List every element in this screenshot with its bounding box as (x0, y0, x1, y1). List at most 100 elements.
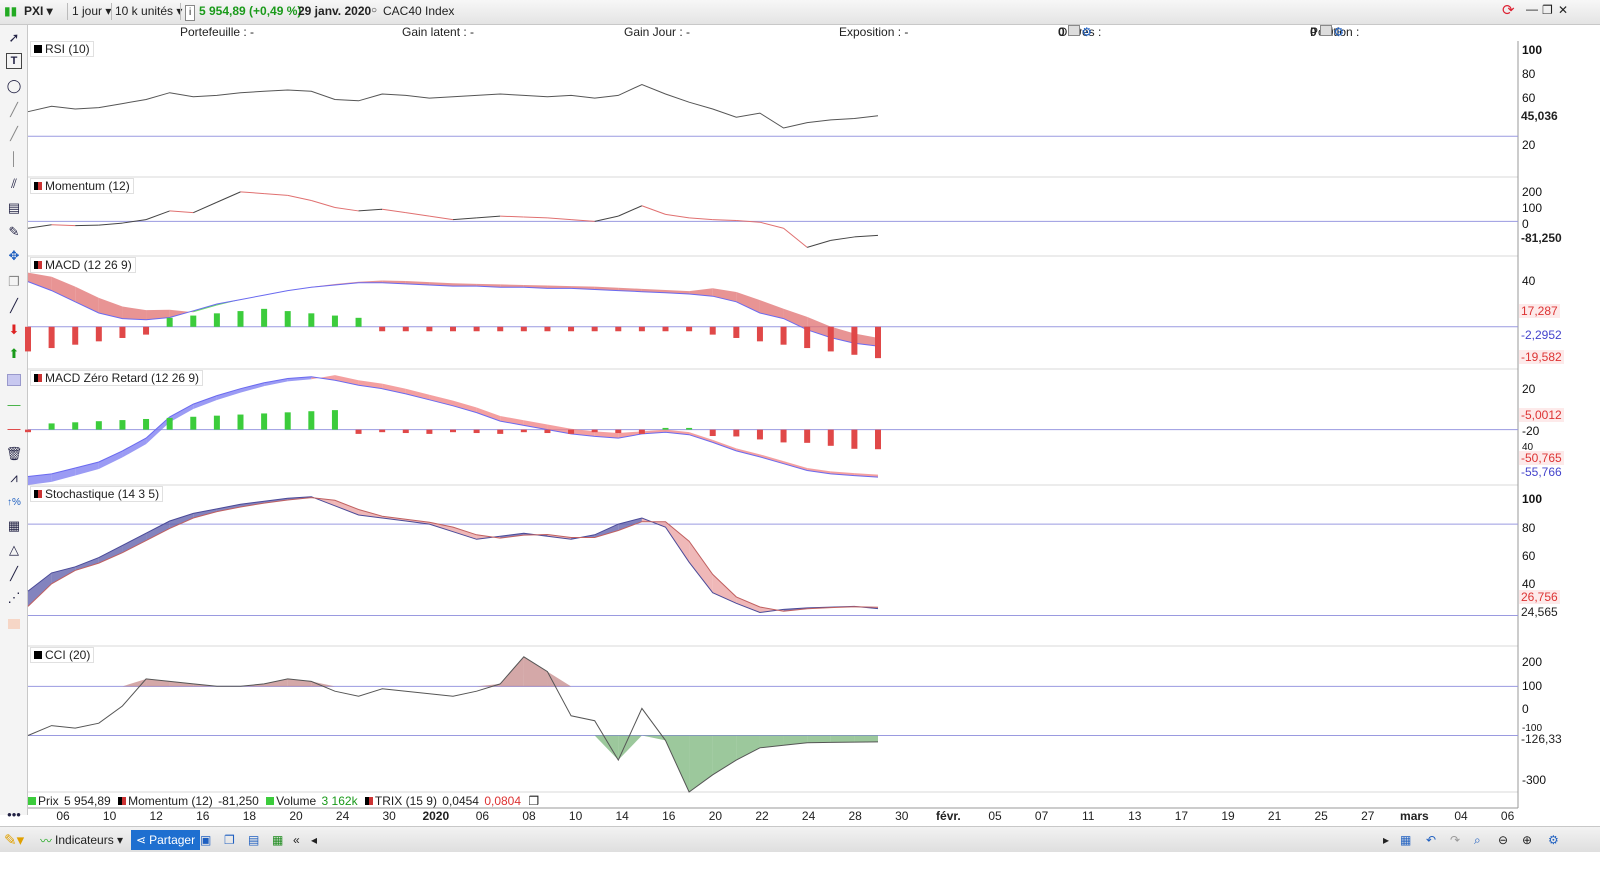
macd-histogram-bar (544, 326, 551, 332)
macdz-value-1: -5,0012 (1519, 408, 1564, 422)
momentum-title[interactable]: Momentum (12) (30, 178, 134, 194)
cci-overbought-fill (523, 656, 548, 687)
macd-histogram-bar (615, 326, 622, 332)
macd-histogram-bar (284, 311, 291, 327)
calendar-icon[interactable]: ▦ (1400, 830, 1411, 850)
partager-button[interactable]: ⋖ Partager (131, 830, 201, 850)
stoch-value-1: 26,756 (1519, 590, 1560, 604)
x-tick-label: 04 (1454, 809, 1468, 823)
macdz-band-segment (547, 424, 572, 434)
x-tick-label: 13 (1128, 809, 1142, 823)
share-icon: ⋖ (136, 833, 147, 847)
x-tick-label: 30 (382, 809, 396, 823)
momentum-tick: 0 (1522, 217, 1529, 231)
cci-oversold-fill (594, 735, 619, 761)
macd-band-segment (736, 292, 760, 313)
macdz-histogram-bar (827, 429, 834, 446)
stoch-band-segment (28, 572, 52, 607)
macd-band-segment (28, 272, 52, 291)
scroll-right-icon[interactable]: ▸ (1383, 830, 1389, 850)
legend-momentum[interactable]: Momentum (12) -81,250 (118, 794, 261, 808)
legend-trix[interactable]: TRIX (15 9) 0,0454 0,0804 (364, 794, 523, 808)
macdz-histogram-bar (568, 429, 575, 434)
momentum-series-segment (264, 193, 288, 196)
rsi-tick: 20 (1522, 138, 1536, 152)
layout-icon[interactable]: ▣ (200, 830, 211, 850)
momentum-series-segment (547, 217, 572, 221)
macd-histogram-bar (190, 315, 197, 327)
macd-histogram-bar (568, 326, 575, 332)
macd-histogram-bar (638, 326, 645, 332)
x-tick-label: 14 (615, 809, 629, 823)
indicator-chart[interactable] (0, 0, 1600, 869)
x-tick-label: 12 (149, 809, 163, 823)
macd-histogram-bar (48, 326, 55, 349)
x-tick-label: 27 (1361, 809, 1375, 823)
macd-histogram-bar (25, 326, 31, 352)
macdz-histogram-bar (733, 429, 740, 437)
stoch-d-line (27, 497, 879, 612)
x-tick-label: 30 (895, 809, 909, 823)
macdz-histogram-bar (284, 412, 291, 430)
stoch-tick: 80 (1522, 521, 1536, 535)
zoom-fit-icon[interactable]: ⌕ (1474, 830, 1481, 850)
momentum-series-segment (594, 215, 619, 222)
momentum-series-segment (51, 224, 76, 227)
legend-window-icon[interactable]: ❐ (528, 794, 539, 808)
stoch-band-segment (712, 574, 737, 604)
legend-prix[interactable]: Prix 5 954,89 (28, 794, 113, 808)
momentum-series-segment (618, 205, 643, 217)
momentum-series-segment (830, 236, 855, 241)
rsi-title[interactable]: RSI (10) (30, 41, 94, 57)
indicateurs-button[interactable]: 〰 Indicateurs ▾ (40, 830, 123, 850)
legend-volume[interactable]: Volume 3 162k (266, 794, 359, 808)
x-tick-label: 19 (1221, 809, 1235, 823)
x-tick-label: 2020 (422, 809, 450, 823)
momentum-value: -81,250 (1519, 231, 1564, 245)
macd-histogram-bar (851, 326, 858, 355)
draw-menu-icon[interactable]: ✎▾ (4, 830, 24, 850)
macd-histogram-bar (497, 326, 504, 332)
macdz-title[interactable]: MACD Zéro Retard (12 26 9) (30, 370, 204, 386)
excel-icon[interactable]: ▦ (272, 830, 283, 850)
macd-histogram-bar (662, 326, 669, 332)
x-tick-label: 16 (196, 809, 210, 823)
windows-icon[interactable]: ❐ (224, 830, 235, 850)
cci-title[interactable]: CCI (20) (30, 647, 95, 663)
momentum-series-segment (452, 217, 477, 221)
macdz-histogram-bar (450, 429, 456, 433)
zoom-out-icon[interactable]: ⊖ (1498, 830, 1508, 850)
macdz-histogram-bar (615, 429, 622, 434)
stoch-title[interactable]: Stochastique (14 3 5) (30, 486, 164, 502)
settings-icon[interactable]: ⚙ (1548, 830, 1559, 850)
zoom-in-icon[interactable]: ⊕ (1522, 830, 1532, 850)
macdz-band-segment (75, 462, 99, 476)
momentum-series-segment (665, 213, 690, 219)
undo-icon[interactable]: ↶ (1426, 830, 1436, 850)
cci-overbought-fill (311, 681, 335, 687)
momentum-series-segment (759, 221, 784, 229)
macd-histogram-bar (119, 326, 126, 338)
macd-histogram-bar (827, 326, 834, 352)
cci-oversold-fill (807, 735, 831, 743)
momentum-series-segment (75, 224, 99, 227)
macdz-histogram-bar (804, 429, 811, 443)
x-tick-label: 21 (1267, 809, 1282, 823)
macdz-histogram-bar (355, 429, 362, 434)
stoch-value-2: 24,565 (1519, 605, 1560, 619)
scroll-left-icon[interactable]: ◂ (311, 830, 317, 850)
momentum-tick: 200 (1522, 185, 1543, 199)
momentum-series-segment (523, 216, 548, 219)
momentum-series-segment (429, 215, 454, 221)
macd-histogram-bar (756, 326, 763, 342)
screen-icon[interactable]: ▤ (248, 830, 259, 850)
macdz-histogram-bar (851, 429, 858, 449)
macd-title[interactable]: MACD (12 26 9) (30, 257, 136, 273)
macd-band-segment (75, 286, 99, 313)
collapse-left-icon[interactable]: « (293, 830, 300, 850)
redo-icon[interactable]: ↷ (1450, 830, 1460, 850)
macd-histogram-bar (426, 326, 433, 332)
macdz-histogram-bar (25, 429, 31, 433)
macdz-histogram-bar (520, 429, 527, 433)
momentum-series-segment (216, 191, 241, 203)
